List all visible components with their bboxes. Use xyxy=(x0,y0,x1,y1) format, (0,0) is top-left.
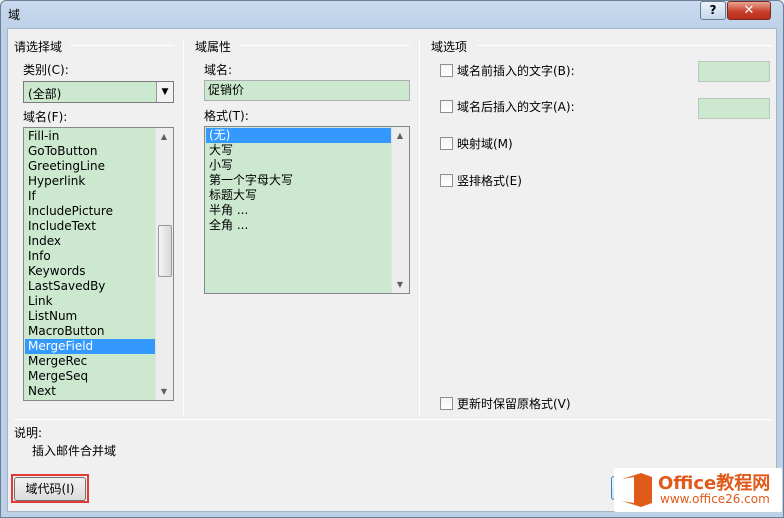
fieldname-item[interactable]: Next xyxy=(25,384,156,399)
format-item[interactable]: 第一个字母大写 xyxy=(206,173,393,188)
fieldnames-list[interactable]: Fill-in GoToButton GreetingLine Hyperlink If… xyxy=(23,127,174,401)
close-button[interactable]: ✕ xyxy=(727,1,771,20)
description-separator xyxy=(14,419,772,420)
office-logo-icon xyxy=(622,473,652,507)
format-item[interactable]: 标题大写 xyxy=(206,188,393,203)
category-value: (全部) xyxy=(28,87,62,101)
mapped-field-label: 映射域(M) xyxy=(457,137,513,151)
field-properties-group-title: 域属性 xyxy=(195,40,232,54)
fieldname-item[interactable]: ListNum xyxy=(25,309,156,324)
scroll-thumb[interactable] xyxy=(158,225,172,277)
format-item[interactable]: 大写 xyxy=(206,143,393,158)
fieldnames-label: 域名(F): xyxy=(23,110,68,124)
highlight-annotation xyxy=(11,474,89,503)
field-options-group-title: 域选项 xyxy=(431,40,468,54)
preserve-formatting-label: 更新时保留原格式(V) xyxy=(457,397,571,411)
vertical-format-checkbox[interactable] xyxy=(440,174,453,187)
format-item[interactable]: 小写 xyxy=(206,158,393,173)
scroll-down-icon[interactable]: ▼ xyxy=(156,383,172,400)
fieldname-item[interactable]: Index xyxy=(25,234,156,249)
vertical-format-label: 竖排格式(E) xyxy=(457,174,522,188)
fieldname-item[interactable]: Fill-in xyxy=(25,129,156,144)
format-label: 格式(T): xyxy=(204,109,249,123)
dialog-title: 域 xyxy=(8,8,21,22)
fieldname-item[interactable]: MergeField xyxy=(25,339,156,354)
fieldname-item[interactable]: GreetingLine xyxy=(25,159,156,174)
fieldname-item[interactable]: IncludePicture xyxy=(25,204,156,219)
fieldname-input[interactable]: 促销价 xyxy=(204,80,410,101)
scroll-up-icon[interactable]: ▲ xyxy=(392,127,408,144)
text-before-input[interactable] xyxy=(698,61,770,82)
fieldname-item[interactable]: MergeSeq xyxy=(25,369,156,384)
fieldname-item[interactable]: GoToButton xyxy=(25,144,156,159)
choose-field-group-title: 请选择域 xyxy=(14,40,63,54)
fieldname-item[interactable]: If xyxy=(25,189,156,204)
format-item[interactable]: 全角 ... xyxy=(206,218,393,233)
text-after-label: 域名后插入的文字(A): xyxy=(457,100,575,114)
fieldname-item[interactable]: LastSavedBy xyxy=(25,279,156,294)
format-item[interactable]: 半角 ... xyxy=(206,203,393,218)
group-separator xyxy=(183,40,184,416)
fieldname-item[interactable]: MacroButton xyxy=(25,324,156,339)
help-button[interactable]: ? xyxy=(700,1,726,20)
preserve-formatting-checkbox[interactable] xyxy=(440,397,453,410)
chevron-down-icon[interactable]: ▼ xyxy=(156,82,173,102)
scroll-up-icon[interactable]: ▲ xyxy=(156,128,172,145)
text-after-checkbox[interactable] xyxy=(440,100,453,113)
fieldname-item[interactable]: IncludeText xyxy=(25,219,156,234)
description-text: 插入邮件合并域 xyxy=(32,444,117,458)
fieldname-item[interactable]: MergeRec xyxy=(25,354,156,369)
category-select[interactable]: (全部) ▼ xyxy=(23,81,174,103)
description-label: 说明: xyxy=(14,426,43,440)
watermark: Office教程网 www.office26.com xyxy=(614,468,782,512)
format-item[interactable]: (无) xyxy=(206,128,393,143)
fieldname-item[interactable]: Hyperlink xyxy=(25,174,156,189)
format-scrollbar[interactable]: ▲ ▼ xyxy=(391,127,409,293)
group-line xyxy=(477,45,772,46)
text-before-label: 域名前插入的文字(B): xyxy=(457,64,575,78)
fieldname-item[interactable]: Info xyxy=(25,249,156,264)
category-label: 类别(C): xyxy=(23,63,69,77)
fieldname-item[interactable]: Keywords xyxy=(25,264,156,279)
close-icon: ✕ xyxy=(743,3,755,18)
group-line xyxy=(240,45,410,46)
group-line xyxy=(70,45,174,46)
fieldnames-scrollbar[interactable]: ▲ ▼ xyxy=(155,128,173,400)
mapped-field-checkbox[interactable] xyxy=(440,137,453,150)
watermark-url: www.office26.com xyxy=(660,492,770,506)
text-before-checkbox[interactable] xyxy=(440,64,453,77)
scroll-down-icon[interactable]: ▼ xyxy=(392,276,408,293)
group-separator xyxy=(419,40,420,416)
fieldname-item[interactable]: Link xyxy=(25,294,156,309)
format-list[interactable]: (无) 大写 小写 第一个字母大写 标题大写 半角 ... 全角 ... ▲ ▼ xyxy=(204,126,410,294)
fieldname-label: 域名: xyxy=(204,63,233,77)
text-after-input[interactable] xyxy=(698,98,770,119)
